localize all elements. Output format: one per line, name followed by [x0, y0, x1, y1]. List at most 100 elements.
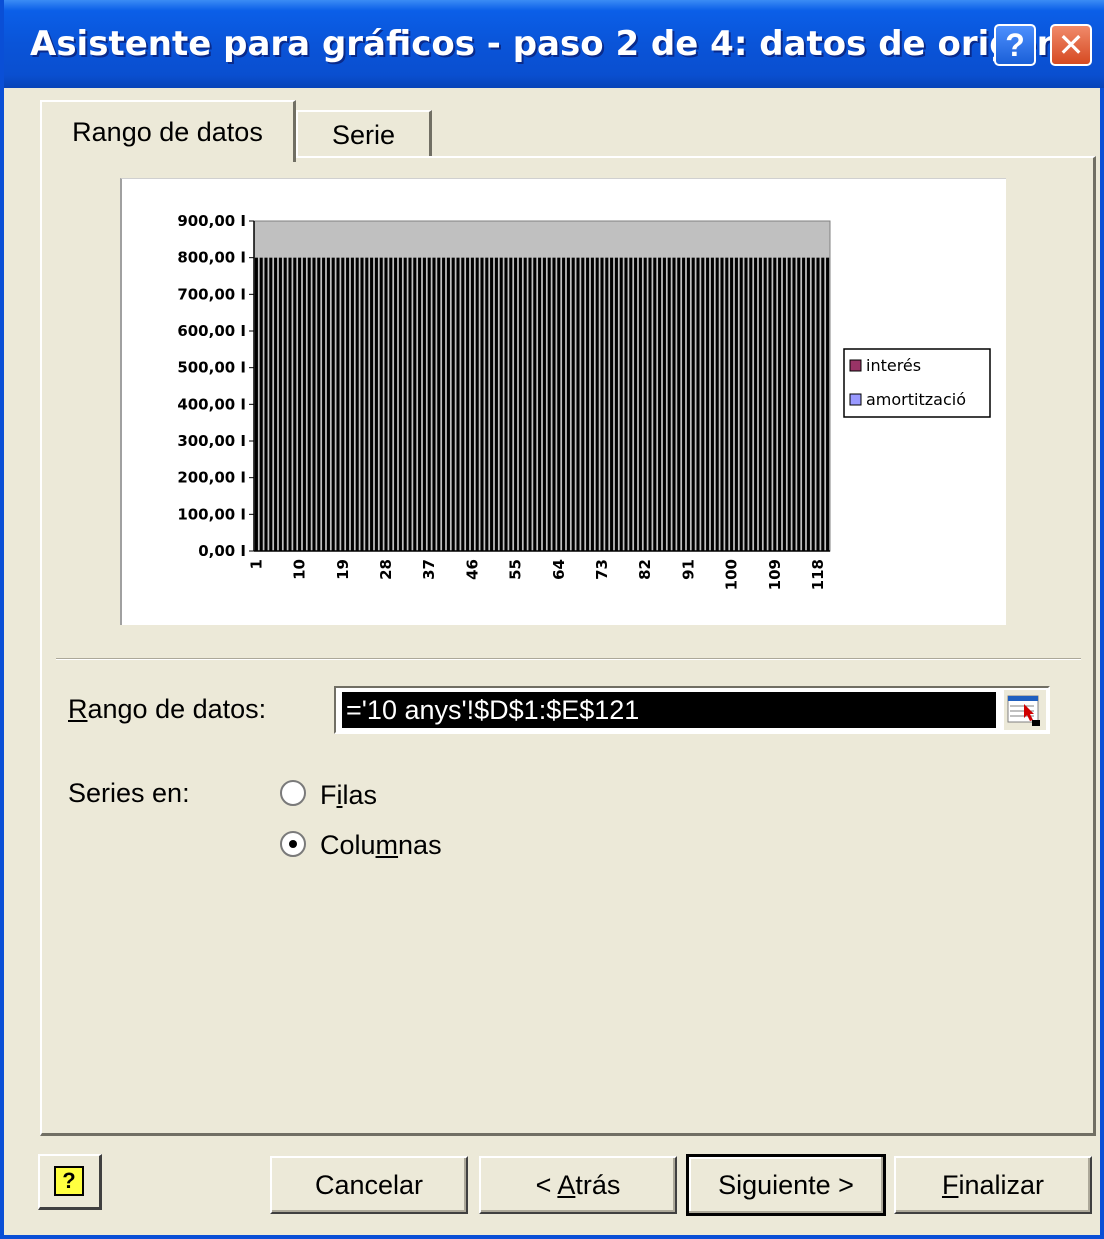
chart-bar [782, 257, 786, 551]
chart-bar [518, 257, 522, 551]
tab-label: Serie [331, 119, 396, 150]
radio-filas[interactable] [280, 780, 306, 806]
chart-bar [725, 257, 729, 551]
finish-button[interactable]: Finalizar [894, 1156, 1092, 1214]
back-label: < Atrás [536, 1170, 621, 1201]
chart-bar [475, 257, 479, 551]
chart-bar [278, 257, 282, 551]
chart-bar [398, 257, 402, 551]
chart-bar [394, 257, 398, 551]
chart-bar [562, 257, 566, 551]
chart-bar [586, 257, 590, 551]
range-value[interactable]: ='10 anys'!$D$1:$E$121 [342, 692, 996, 728]
chart-bar [600, 257, 604, 551]
chart-bar [269, 257, 273, 551]
x-tick-label: 46 [463, 559, 481, 580]
chart-bar [461, 257, 465, 551]
chart-bar [662, 257, 666, 551]
close-icon: ✕ [1057, 27, 1085, 63]
tab-rango-de-datos[interactable]: Rango de datos [40, 100, 296, 162]
x-tick-label: 55 [507, 559, 525, 580]
y-tick-label: 400,00 I [177, 395, 246, 413]
chart-bar [466, 257, 470, 551]
chart-bar [643, 257, 647, 551]
chart-bar [283, 257, 287, 551]
chart-bar [331, 257, 335, 551]
y-tick-label: 700,00 I [177, 285, 246, 303]
legend-label: interés [866, 356, 921, 375]
radio-columnas[interactable] [280, 831, 306, 857]
chart-bar [806, 257, 810, 551]
label-part: las [342, 780, 378, 810]
chart-bar [485, 257, 489, 551]
chart-bar [413, 257, 417, 551]
chart-bar [379, 257, 383, 551]
chart-bar [557, 257, 561, 551]
y-tick-label: 800,00 I [177, 249, 246, 267]
chart-bar [384, 257, 388, 551]
chart-bar [811, 257, 815, 551]
chart-bar [254, 257, 258, 551]
y-tick-label: 300,00 I [177, 432, 246, 450]
x-tick-label: 37 [420, 559, 438, 580]
next-button[interactable]: Siguiente > [686, 1154, 886, 1216]
cancel-button[interactable]: Cancelar [270, 1156, 468, 1214]
chart-bar [514, 257, 518, 551]
y-tick-label: 200,00 I [177, 469, 246, 487]
chart-bar [446, 257, 450, 551]
chart-bar [346, 257, 350, 551]
radio-columnas-label[interactable]: Columnas [320, 830, 442, 861]
close-button[interactable]: ✕ [1050, 24, 1092, 66]
chart-bar [658, 257, 662, 551]
separator [56, 658, 1081, 660]
chart-bar [734, 257, 738, 551]
chart-bar [778, 257, 782, 551]
range-label: Rango de datos: [68, 694, 266, 725]
chart-bar [720, 257, 724, 551]
chart-bar [504, 257, 508, 551]
collapse-dialog-button[interactable] [1004, 690, 1046, 730]
back-label-part: < [535, 1169, 558, 1200]
chart-bar [638, 257, 642, 551]
chart-bar [422, 257, 426, 551]
chart-bar [629, 257, 633, 551]
x-tick-label: 91 [679, 559, 697, 580]
help-button[interactable]: ? [38, 1154, 102, 1210]
back-label-part: trás [575, 1169, 621, 1200]
chart-bar [288, 257, 292, 551]
back-label-mnemonic: A [557, 1169, 576, 1200]
x-tick-label: 19 [334, 559, 352, 580]
y-tick-label: 500,00 I [177, 359, 246, 377]
chart-bar [696, 257, 700, 551]
chart-bar [619, 257, 623, 551]
chart-bar [350, 257, 354, 551]
chart-bar [432, 257, 436, 551]
range-select-icon [1007, 695, 1040, 726]
y-tick-label: 100,00 I [177, 505, 246, 523]
title-bar[interactable]: Asistente para gráficos - paso 2 de 4: d… [4, 0, 1104, 88]
radio-selected-dot [289, 840, 297, 848]
radio-filas-label[interactable]: Filas [320, 780, 377, 811]
chart-bar [509, 257, 513, 551]
y-tick-label: 600,00 I [177, 322, 246, 340]
chart-bar [605, 257, 609, 551]
chart-bar [293, 257, 297, 551]
chart-bar [523, 257, 527, 551]
chart-bar [451, 257, 455, 551]
finish-label: Finalizar [942, 1170, 1044, 1201]
range-input[interactable]: ='10 anys'!$D$1:$E$121 [334, 686, 1050, 734]
chart-bar [336, 257, 340, 551]
label-part: nas [398, 830, 442, 860]
chart-bar [317, 257, 321, 551]
chart-bar [672, 257, 676, 551]
chart-bar [298, 257, 302, 551]
x-tick-label: 10 [291, 559, 309, 580]
cancel-label: Cancelar [314, 1169, 424, 1200]
chart-bar [634, 257, 638, 551]
back-button[interactable]: < Atrás [479, 1156, 677, 1214]
help-title-button[interactable]: ? [994, 24, 1036, 66]
tab-serie[interactable]: Serie [296, 110, 432, 158]
y-tick-label: 0,00 I [198, 542, 246, 560]
chart-bar [442, 257, 446, 551]
x-tick-label: 64 [550, 559, 568, 580]
